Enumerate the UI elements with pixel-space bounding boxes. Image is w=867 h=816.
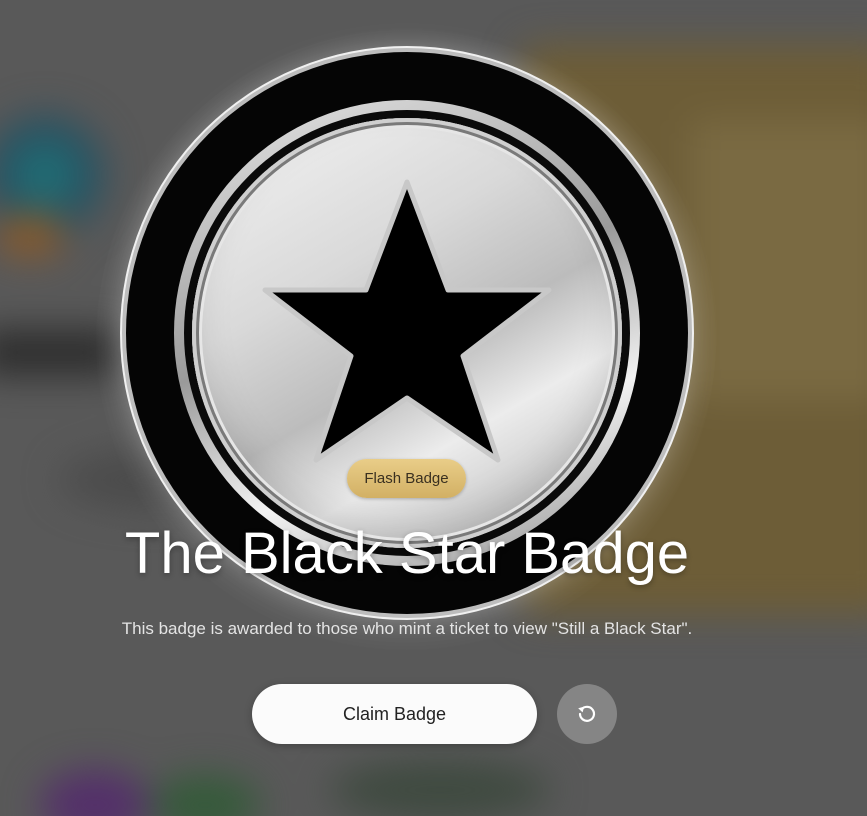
badge-modal: Flash Badge The Black Star Badge This ba… [0, 0, 867, 816]
reset-button[interactable] [557, 684, 617, 744]
badge-description: This badge is awarded to those who mint … [121, 619, 693, 638]
rotate-ccw-icon [578, 705, 596, 722]
badge-title: The Black Star Badge [124, 521, 690, 586]
star-icon [262, 179, 552, 463]
badge-type-pill: Flash Badge [347, 459, 466, 498]
claim-badge-button[interactable]: Claim Badge [252, 684, 537, 744]
